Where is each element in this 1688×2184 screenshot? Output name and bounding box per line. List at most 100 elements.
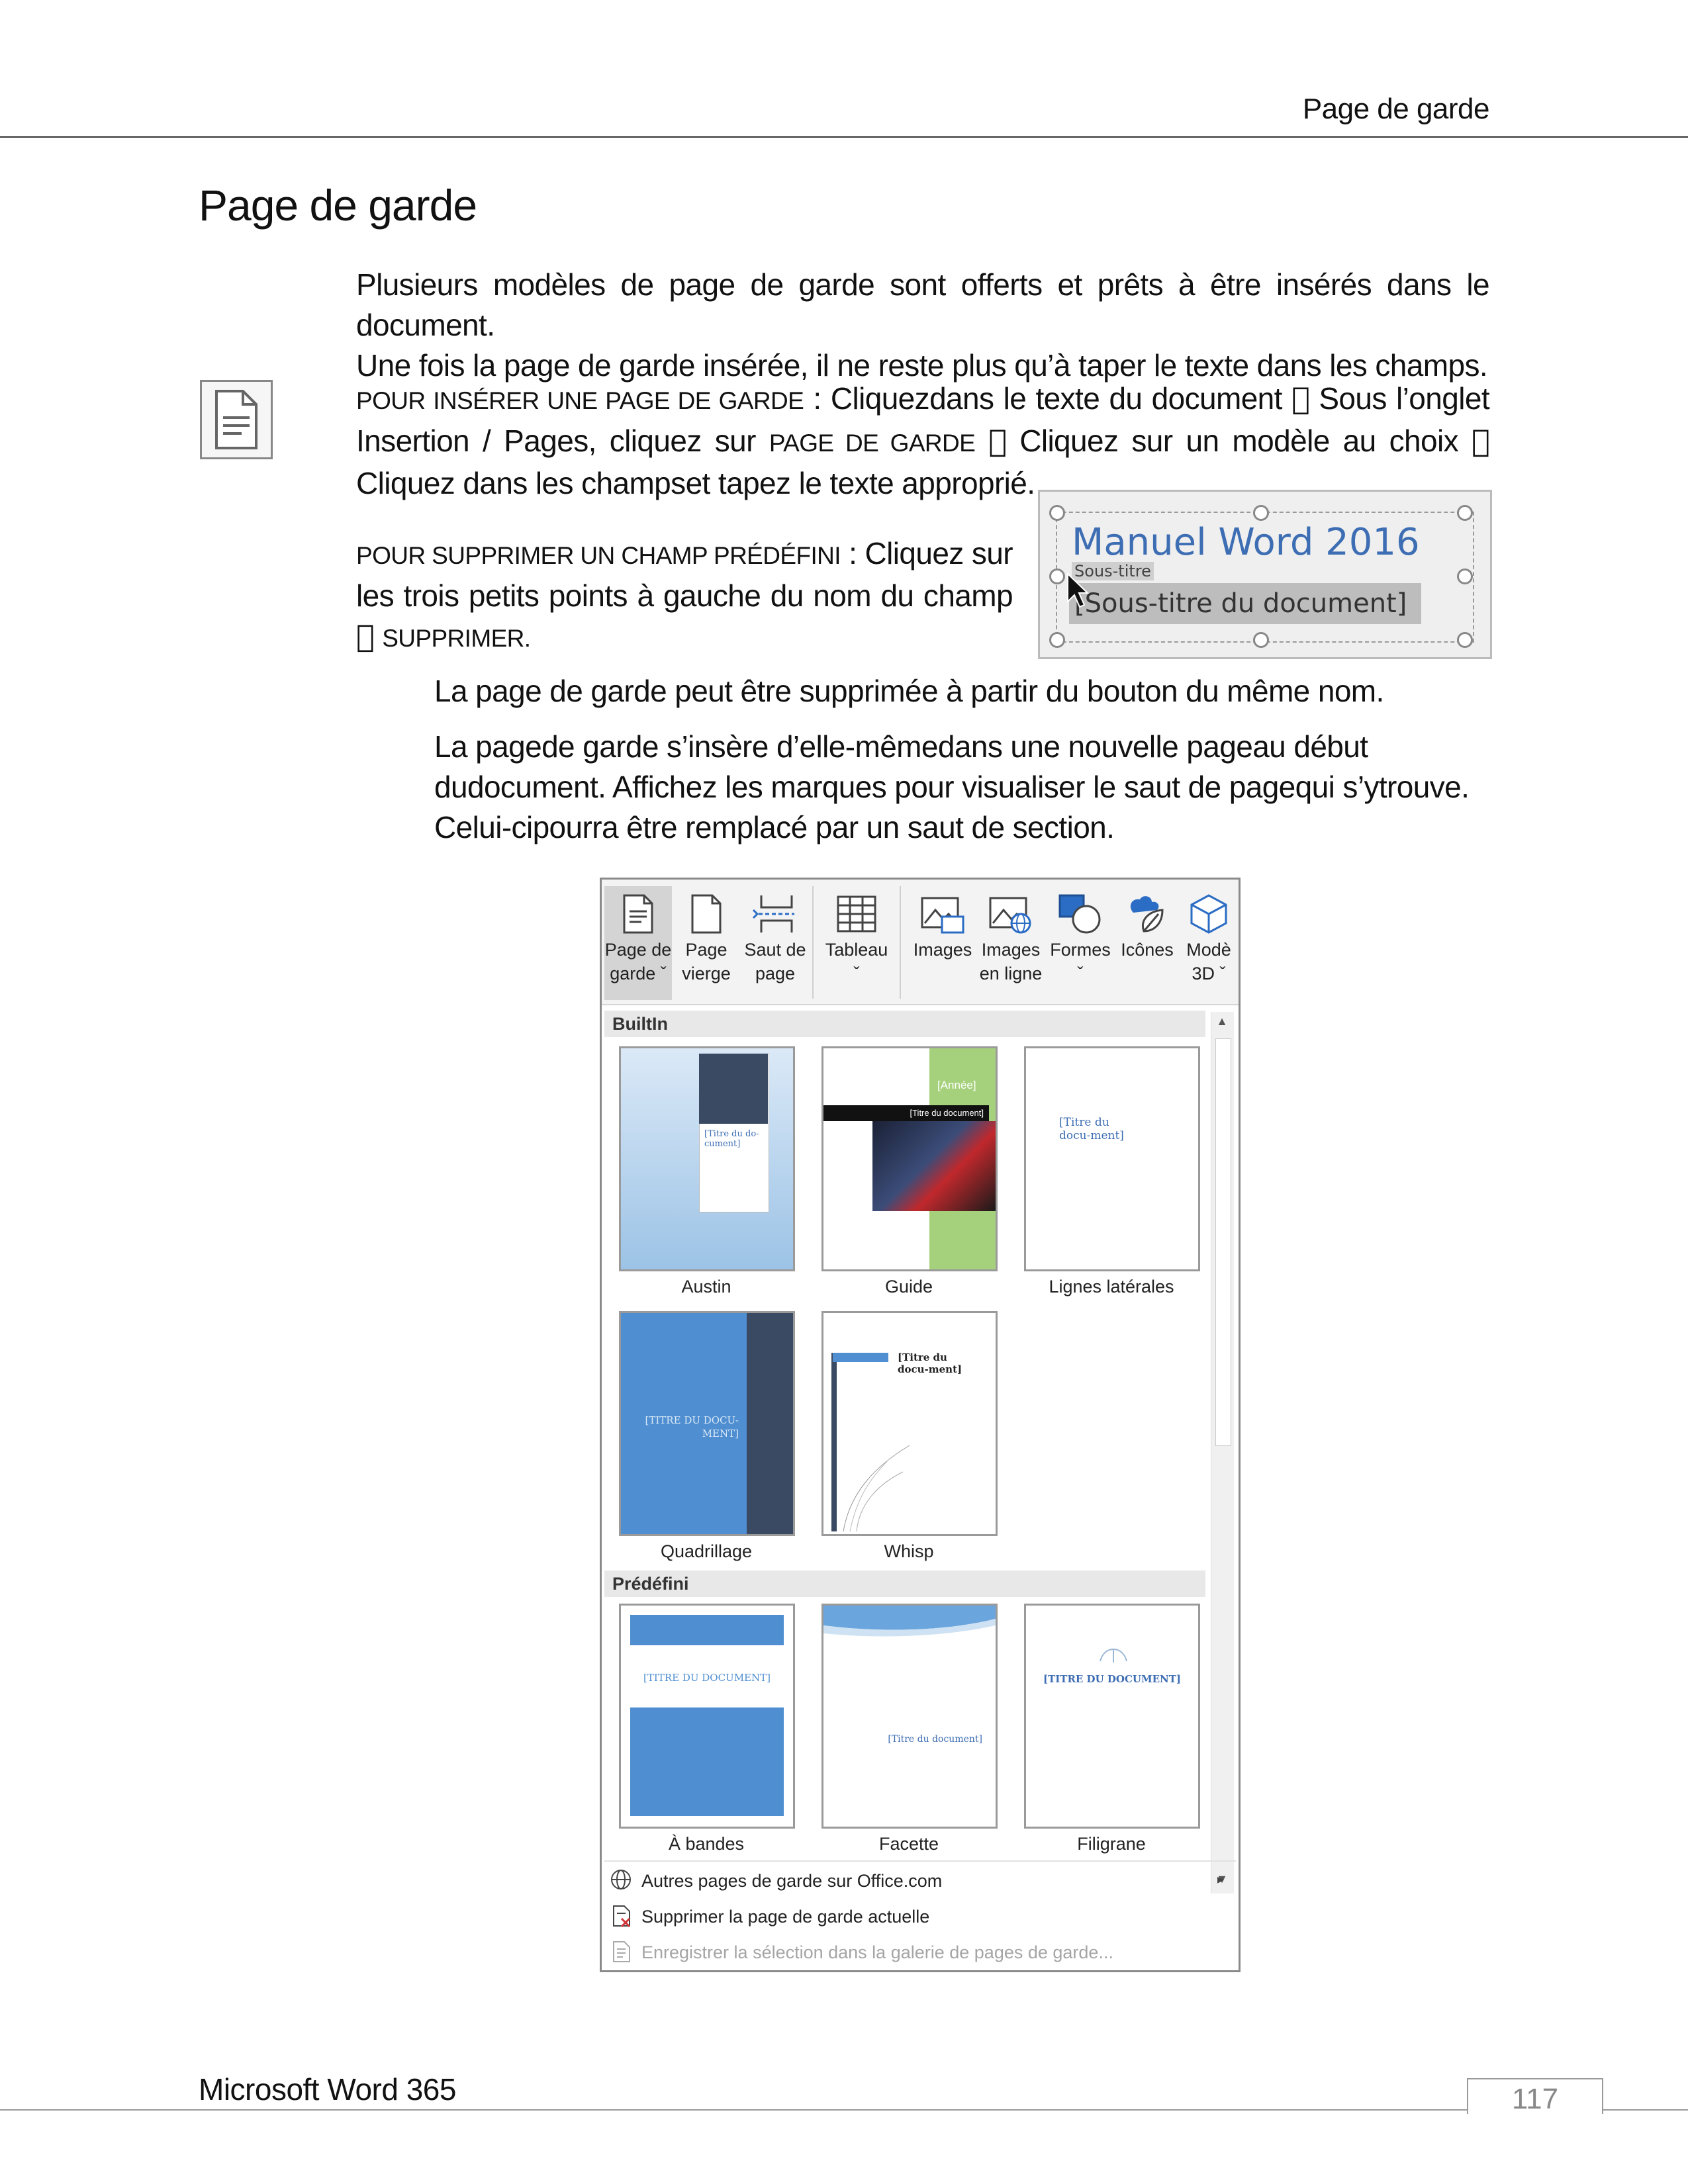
button-label: Modè (1186, 940, 1231, 960)
button-label: Saut de (744, 940, 806, 960)
guide-train-photo (872, 1121, 996, 1211)
delete-action: Supprimer. (356, 625, 531, 652)
arrow-glyph:  (1472, 423, 1490, 459)
bandes-top-band (630, 1615, 784, 1645)
resize-handle[interactable] (1457, 632, 1473, 648)
shapes-icon (1058, 894, 1101, 934)
button-label: garde ˇ (610, 964, 667, 983)
section-header-predefini: Prédéfini (604, 1570, 1205, 1597)
quadrillage-dark-band (747, 1313, 793, 1534)
thumbnail-title: [Titre du do-cument] (704, 1129, 759, 1149)
resize-handle[interactable] (1049, 632, 1065, 648)
scroll-up-arrow-icon[interactable]: ▲ (1214, 1015, 1230, 1030)
submenu-arrow-icon: ▸ (1217, 1872, 1225, 1887)
blank-page-button[interactable]: Page vierge (673, 886, 739, 1000)
cover-page-gallery-screenshot: Page de garde ˇ Page vierge Saut de page… (600, 878, 1241, 1972)
cover-thumbnail-filigrane[interactable]: [TITRE DU DOCUMENT] (1024, 1604, 1200, 1829)
menu-item-label: Autres pages de garde sur Office.com (641, 1871, 943, 1891)
cover-caption: À bandes (668, 1834, 745, 1854)
note-1: La page de garde peut être supprimée à p… (434, 674, 1384, 708)
table-icon (837, 895, 876, 933)
thumbnail-title: [TITRE DU DOCUMENT] (643, 1672, 771, 1684)
resize-handle[interactable] (1457, 569, 1473, 584)
menu-item-label: Supprimer la page de garde actuelle (641, 1907, 930, 1927)
page-number: 117 (1467, 2078, 1603, 2115)
3d-models-icon (1190, 894, 1227, 934)
ribbon-pages-group: Page de garde ˇ Page vierge Saut de page… (602, 880, 1239, 1005)
arrow-glyph:  (988, 423, 1007, 459)
cover-thumbnail-whisp[interactable]: [Titre du docu-ment] (821, 1311, 998, 1536)
facette-banner-icon (823, 1606, 996, 1637)
button-label: Page de (604, 940, 672, 960)
cover-thumbnail-lignes-laterales[interactable]: [Titre du docu-ment] (1024, 1046, 1200, 1271)
group-separator (812, 886, 814, 999)
running-header: Page de garde (1302, 93, 1490, 125)
bandes-bottom-band (630, 1707, 784, 1816)
insert-label: Pour insérer une page de garde (356, 387, 804, 414)
button-label: Formes (1050, 940, 1111, 960)
page-title: Page de garde (199, 181, 477, 230)
pictures-icon (921, 897, 964, 934)
whisp-date-tab (833, 1353, 888, 1362)
step-d: Cliquez dans les champset tapez le texte… (356, 424, 1489, 500)
resize-handle[interactable] (1253, 505, 1269, 521)
subtitle-field[interactable]: [Sous-titre du document] (1069, 583, 1421, 624)
thumbnail-title: [Titre du document] (823, 1105, 989, 1121)
document-title-field: Manuel Word 2016 (1072, 521, 1420, 564)
icons-button[interactable]: Icônes (1115, 886, 1179, 1000)
cover-page-button[interactable]: Page de garde ˇ (604, 886, 672, 1000)
menu-item-more-covers[interactable]: Autres pages de garde sur Office.com ▸ (602, 1868, 1239, 1900)
separator: : (804, 381, 831, 416)
resize-handle[interactable] (1253, 632, 1269, 648)
thumbnail-title: [Titre du document] (888, 1734, 982, 1745)
globe-icon (611, 1870, 631, 1889)
intro-line-1: Plusieurs modèles de page de garde sont … (356, 267, 1490, 342)
cover-caption: Facette (878, 1834, 939, 1854)
3d-models-button[interactable]: Modè 3D ˇ (1180, 886, 1237, 1000)
cover-thumbnail-a-bandes[interactable]: [TITRE DU DOCUMENT] (619, 1604, 795, 1829)
note-2: La pagede garde s’insère d’elle-mêmedans… (434, 729, 1470, 844)
resize-handle[interactable] (1457, 505, 1473, 521)
insert-steps-paragraph: Pour insérer une page de garde : Cliquez… (356, 379, 1490, 504)
menu-divider (604, 1860, 1236, 1862)
cover-thumbnail-facette[interactable]: [Titre du document] (821, 1604, 998, 1829)
shapes-button[interactable]: Formes ˇ (1047, 886, 1114, 1000)
blank-page-icon (691, 894, 722, 934)
intro-paragraph: Plusieurs modèles de page de garde sont … (356, 265, 1490, 386)
thumbnail-year: [Année] (937, 1079, 976, 1091)
arrow-glyph:  (1291, 381, 1310, 416)
gallery-scrollbar[interactable]: ▲ ▼ (1211, 1012, 1234, 1893)
document-note-icon (200, 380, 273, 459)
pictures-button[interactable]: Images (910, 886, 975, 1000)
button-label: Icônes (1121, 940, 1174, 960)
cover-caption: Whisp (884, 1541, 934, 1561)
footer-product-name: Microsoft Word 365 (199, 2072, 456, 2107)
cover-thumbnail-austin[interactable]: [Titre du do-cument] (619, 1046, 795, 1271)
whisp-line (831, 1353, 837, 1531)
cover-caption: Quadrillage (660, 1541, 753, 1561)
step-b-label: Page de garde (769, 430, 976, 457)
cover-thumbnail-quadrillage[interactable]: [TITRE DU DOCU-MENT] (619, 1311, 795, 1536)
menu-item-remove-cover[interactable]: Supprimer la page de garde actuelle (602, 1904, 1239, 1936)
separator: : (840, 536, 865, 570)
cover-thumbnail-guide[interactable]: [Année] [Titre du document] (821, 1046, 998, 1271)
thumbnail-title: [TITRE DU DOCUMENT] (1043, 1673, 1181, 1685)
resize-handle[interactable] (1049, 569, 1065, 584)
online-pictures-button[interactable]: Images en ligne (976, 886, 1045, 1000)
whisp-curves-icon (843, 1445, 910, 1531)
resize-handle[interactable] (1049, 505, 1065, 521)
section-header-builtin: BuiltIn (604, 1011, 1205, 1037)
delete-label: Pour supprimer un champ prédéfini (356, 542, 841, 569)
save-to-gallery-icon (613, 1941, 630, 1962)
table-button[interactable]: Tableau ˇ (816, 886, 897, 1000)
step-a: Cliquezdans le texte du document (830, 381, 1283, 416)
button-label: en ligne (979, 964, 1043, 983)
cover-page-icon (623, 894, 653, 934)
button-label: 3D ˇ (1192, 964, 1226, 983)
page-break-button[interactable]: Saut de page (741, 886, 810, 1000)
scroll-thumb[interactable] (1215, 1038, 1231, 1446)
group-separator (900, 886, 901, 999)
header-rule (0, 136, 1688, 138)
button-label: page (755, 964, 796, 983)
cover-caption: Guide (884, 1277, 933, 1297)
